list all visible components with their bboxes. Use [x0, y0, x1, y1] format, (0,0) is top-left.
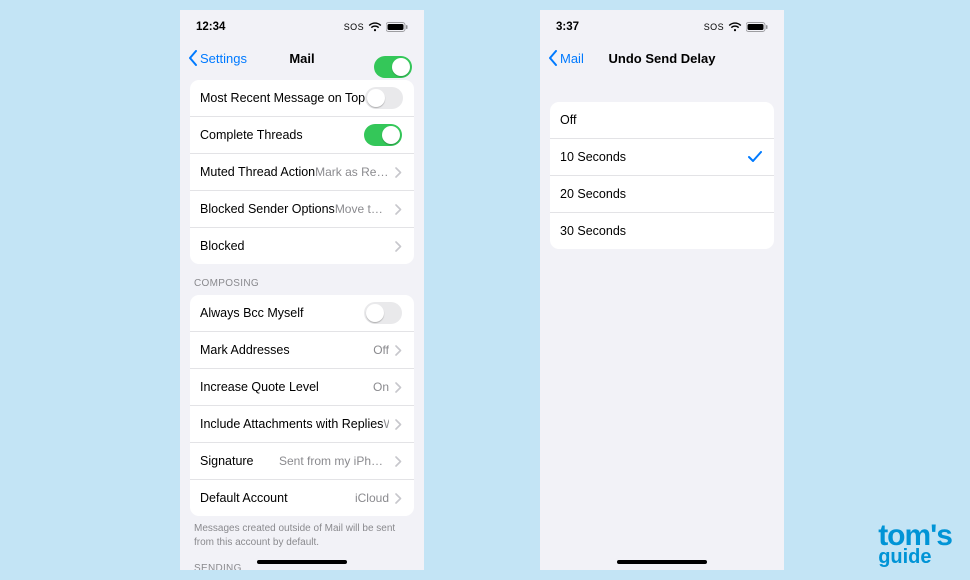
row-value: Mark as Read	[315, 165, 389, 179]
row-value: On	[373, 380, 389, 394]
row-off[interactable]: Off	[550, 102, 774, 138]
battery-icon	[386, 22, 408, 32]
row-muted-thread-action[interactable]: Muted Thread ActionMark as Read	[190, 153, 414, 190]
row-20-seconds[interactable]: 20 Seconds	[550, 175, 774, 212]
row-10-seconds[interactable]: 10 Seconds	[550, 138, 774, 175]
status-time: 3:37	[556, 21, 579, 33]
row-label: Off	[560, 113, 576, 127]
toggle-peek-on[interactable]	[374, 56, 412, 78]
battery-icon	[746, 22, 768, 32]
chevron-right-icon	[395, 167, 402, 178]
status-bar: 12:34 SOS	[180, 10, 424, 44]
row-label: Muted Thread Action	[200, 165, 315, 179]
status-sos: SOS	[704, 22, 724, 32]
row-mark-addresses[interactable]: Mark Addresses Off	[190, 331, 414, 368]
row-value: iCloud	[355, 491, 389, 505]
row-blocked-sender-options[interactable]: Blocked Sender OptionsMove to Trash	[190, 190, 414, 227]
composing-group: Always Bcc Myself Mark Addresses Off Increa…	[190, 295, 414, 516]
row-label: 10 Seconds	[560, 150, 626, 164]
wifi-icon	[368, 22, 382, 32]
toggle-switch[interactable]	[364, 302, 402, 324]
row-value: Whe…	[383, 417, 389, 431]
row-label: Always Bcc Myself	[200, 306, 304, 320]
row-value: Sent from my iPhone	[279, 454, 389, 468]
row-label: Most Recent Message on Top	[200, 91, 365, 105]
nav-bar: Mail Undo Send Delay	[540, 44, 784, 72]
row-value: Off	[373, 343, 389, 357]
back-button[interactable]: Mail	[548, 50, 584, 66]
wifi-icon	[728, 22, 742, 32]
phone-left: 12:34 SOS Settings Mail Most Recent Mess…	[180, 10, 424, 570]
row-label: 20 Seconds	[560, 187, 626, 201]
home-indicator[interactable]	[617, 560, 707, 564]
row-label: Blocked	[200, 239, 244, 253]
back-label: Mail	[560, 51, 584, 66]
home-indicator[interactable]	[257, 560, 347, 564]
row-complete-threads[interactable]: Complete Threads	[190, 116, 414, 153]
status-time: 12:34	[196, 21, 225, 33]
row-label: Complete Threads	[200, 128, 303, 142]
status-bar: 3:37 SOS	[540, 10, 784, 44]
back-button[interactable]: Settings	[188, 50, 247, 66]
content-scroll[interactable]: Most Recent Message on Top Complete Threa…	[180, 80, 424, 570]
chevron-right-icon	[395, 241, 402, 252]
row-increase-quote-level[interactable]: Increase Quote Level On	[190, 368, 414, 405]
row-30-seconds[interactable]: 30 Seconds	[550, 212, 774, 249]
row-always-bcc-myself[interactable]: Always Bcc Myself	[190, 295, 414, 331]
threading-group: Most Recent Message on Top Complete Threa…	[190, 80, 414, 264]
chevron-right-icon	[395, 419, 402, 430]
toggle-switch[interactable]	[365, 87, 403, 109]
row-label: Default Account	[200, 491, 288, 505]
checkmark-icon	[748, 151, 762, 163]
chevron-left-icon	[188, 50, 198, 66]
row-label: 30 Seconds	[560, 224, 626, 238]
row-label: Blocked Sender Options	[200, 202, 335, 216]
toggle-switch[interactable]	[364, 124, 402, 146]
row-default-account[interactable]: Default Account iCloud	[190, 479, 414, 516]
row-include-attachments-with-replies[interactable]: Include Attachments with RepliesWhe…	[190, 405, 414, 442]
section-header-composing: Composing	[180, 264, 424, 295]
delay-options-group: Off 10 Seconds 20 Seconds 30 Seconds	[550, 102, 774, 249]
chevron-right-icon	[395, 456, 402, 467]
row-signature[interactable]: Signature Sent from my iPhone	[190, 442, 414, 479]
section-footer-composing: Messages created outside of Mail will be…	[180, 516, 424, 549]
row-value: Move to Trash	[335, 202, 389, 216]
content-scroll[interactable]: Off 10 Seconds 20 Seconds 30 Seconds	[540, 82, 784, 570]
phone-right: 3:37 SOS Mail Undo Send Delay Off 10 Seco…	[540, 10, 784, 570]
chevron-right-icon	[395, 382, 402, 393]
row-blocked[interactable]: Blocked	[190, 227, 414, 264]
row-label: Mark Addresses	[200, 343, 290, 357]
status-sos: SOS	[344, 22, 364, 32]
row-label: Include Attachments with Replies	[200, 417, 383, 431]
chevron-right-icon	[395, 493, 402, 504]
chevron-right-icon	[395, 204, 402, 215]
back-label: Settings	[200, 51, 247, 66]
chevron-right-icon	[395, 345, 402, 356]
row-most-recent-message-on-top[interactable]: Most Recent Message on Top	[190, 80, 414, 116]
chevron-left-icon	[548, 50, 558, 66]
brand-logo: tom's guide	[878, 524, 952, 566]
row-label: Increase Quote Level	[200, 380, 319, 394]
row-label: Signature	[200, 454, 254, 468]
